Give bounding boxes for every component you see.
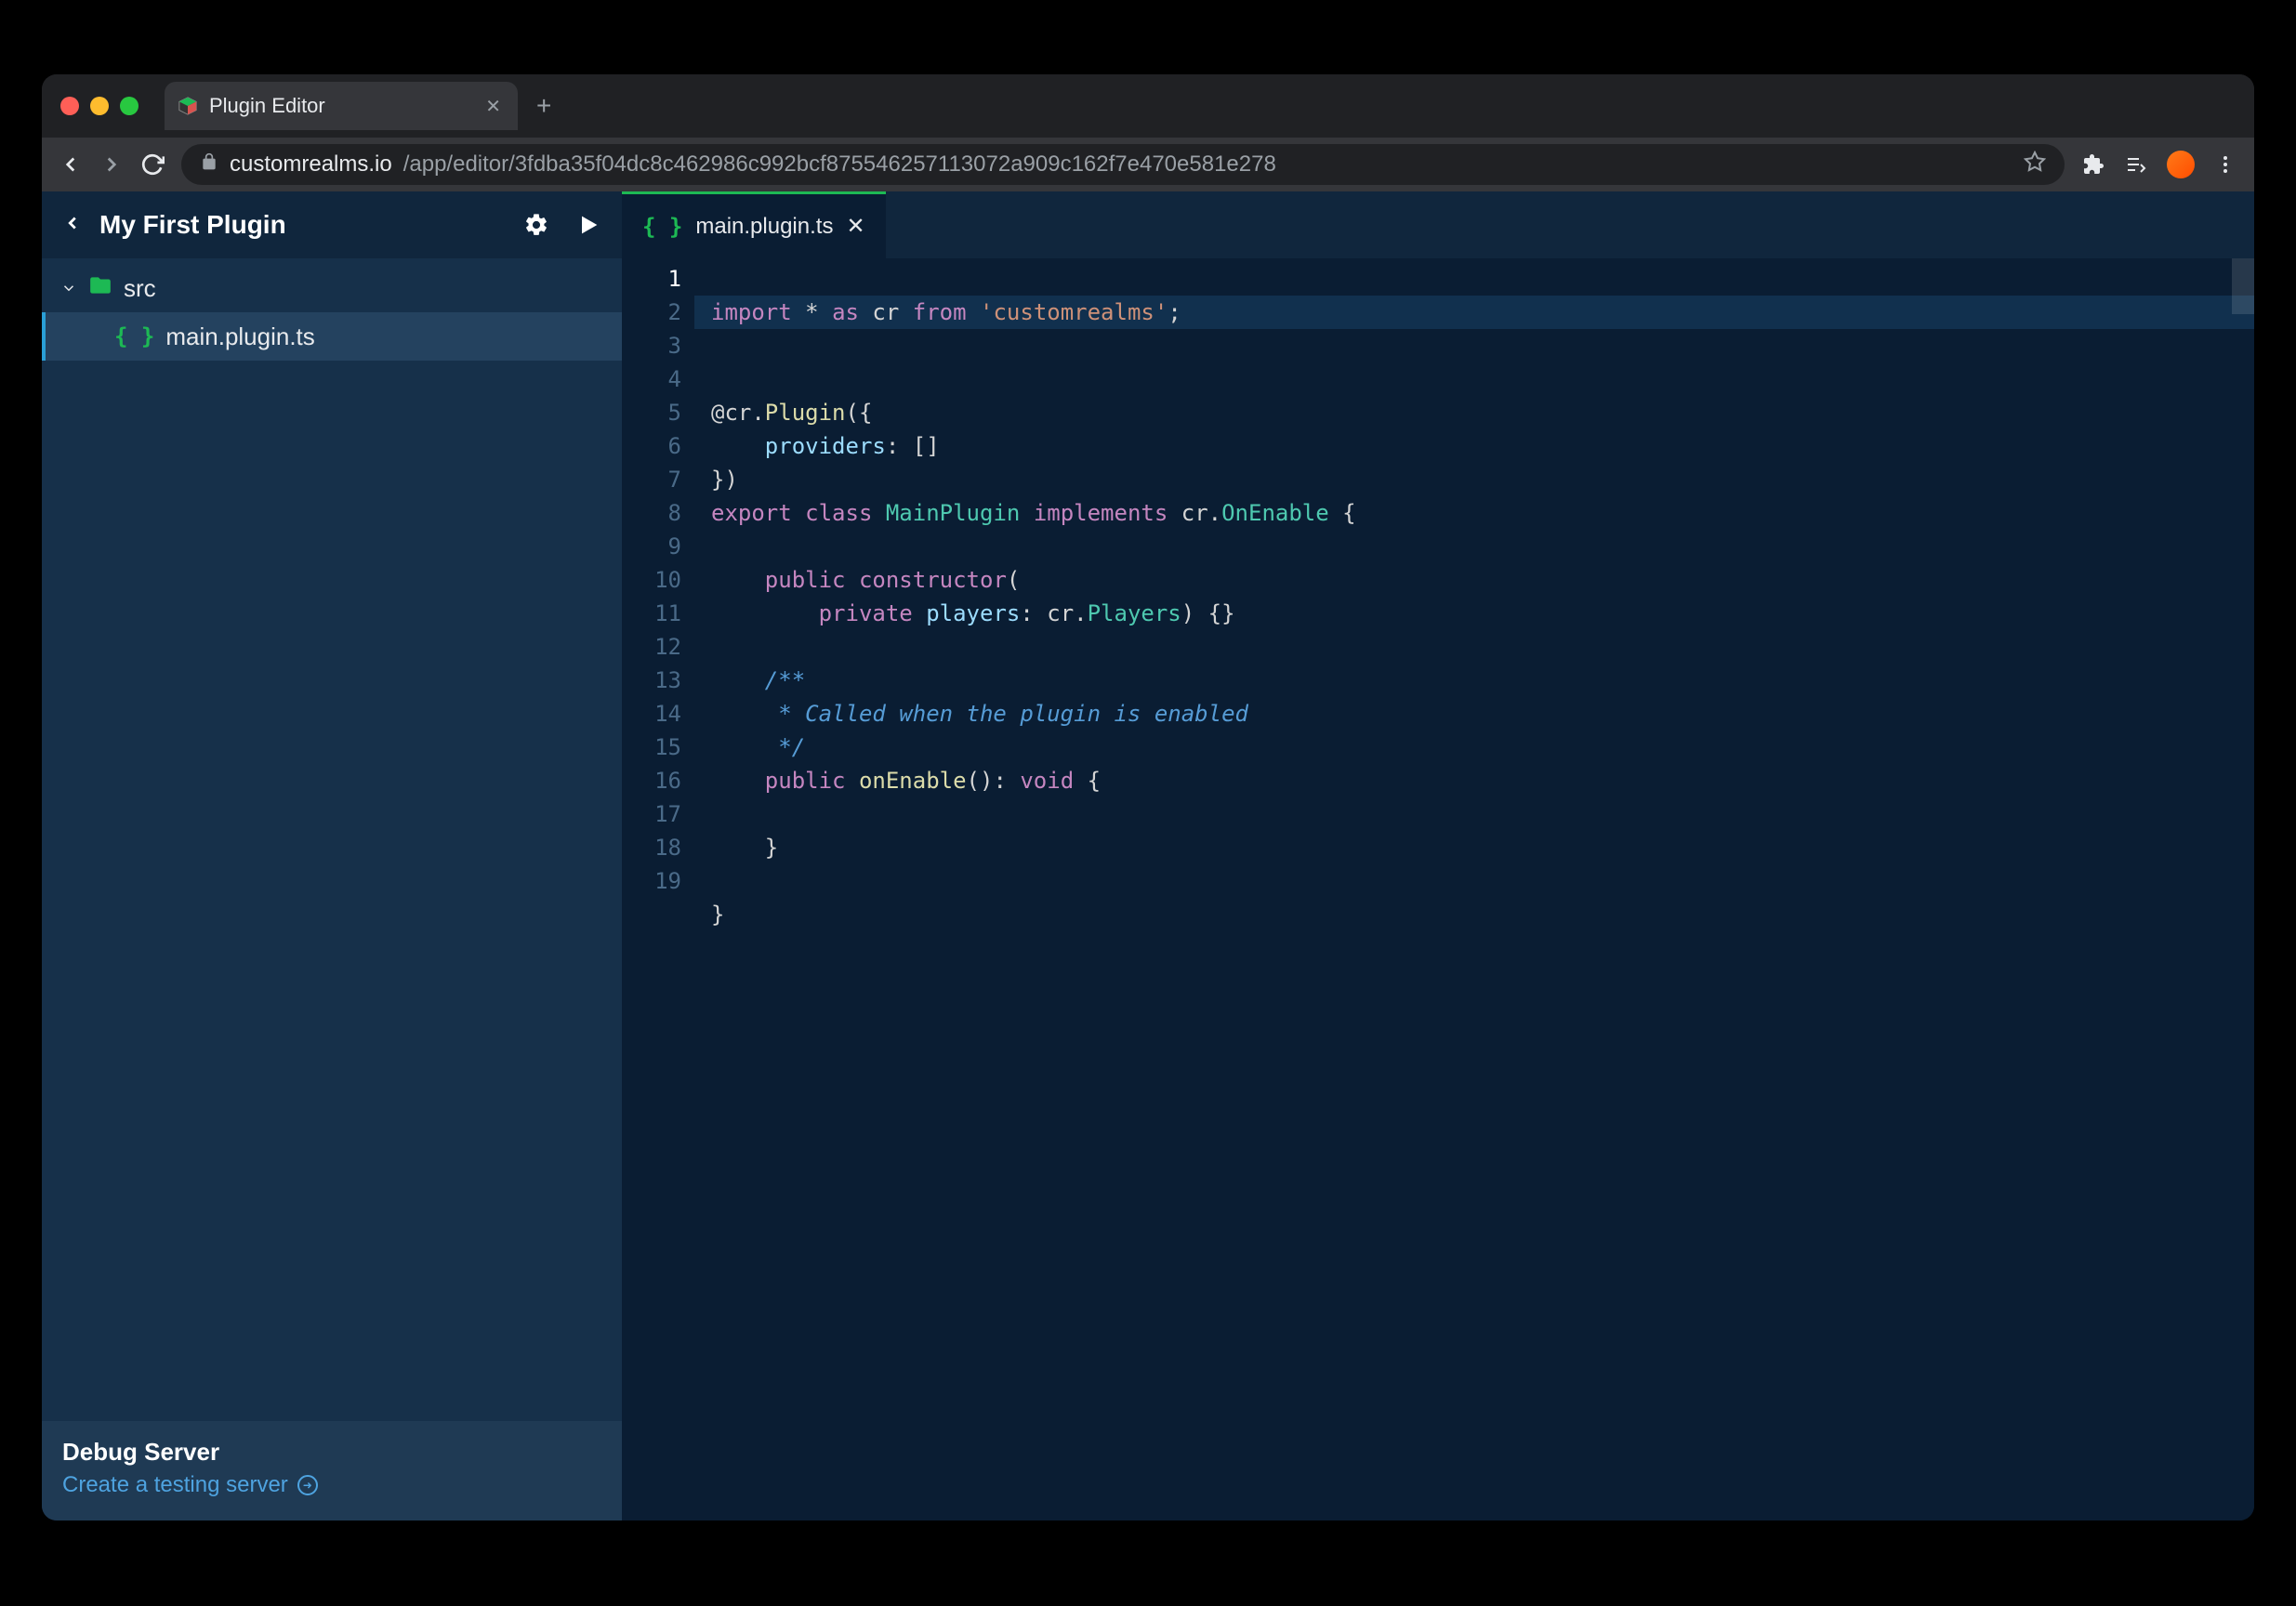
gear-icon[interactable] [523, 212, 549, 238]
file-tree: src { } main.plugin.ts [42, 258, 622, 366]
maximize-window-button[interactable] [120, 97, 139, 115]
footer-link-label: Create a testing server [62, 1472, 288, 1498]
browser-toolbar: customrealms.io/app/editor/3fdba35f04dc8… [42, 138, 2254, 191]
typescript-file-icon: { } [114, 323, 154, 349]
code-area[interactable]: 1 2 3 4 5 6 7 8 9 10 11 12 13 14 15 16 1 [622, 258, 2254, 1520]
forward-button[interactable] [99, 152, 124, 177]
minimize-window-button[interactable] [90, 97, 109, 115]
folder-open-icon [88, 273, 112, 304]
sidebar-footer: Debug Server Create a testing server ➜ [42, 1421, 622, 1520]
chrome-menu-icon[interactable] [2213, 152, 2237, 177]
reload-button[interactable] [140, 152, 165, 177]
code-content[interactable]: import * as cr from 'customrealms'; @cr.… [694, 258, 2254, 1520]
tab-title: Plugin Editor [209, 94, 325, 118]
url-bar[interactable]: customrealms.io/app/editor/3fdba35f04dc8… [181, 144, 2065, 185]
extensions-icon[interactable] [2081, 152, 2105, 177]
editor-tabs: { } main.plugin.ts ✕ [622, 191, 2254, 258]
sidebar: My First Plugin src { } m [42, 191, 622, 1520]
project-title: My First Plugin [99, 210, 507, 240]
browser-window: Plugin Editor ✕ + customrealms.io/app/ed… [42, 74, 2254, 1520]
editor: { } main.plugin.ts ✕ 1 2 3 4 5 6 7 8 9 1… [622, 191, 2254, 1520]
folder-label: src [124, 274, 156, 303]
editor-tab-label: main.plugin.ts [695, 214, 833, 240]
bookmark-star-icon[interactable] [2024, 151, 2046, 179]
file-main-plugin[interactable]: { } main.plugin.ts [42, 312, 622, 361]
sidebar-header: My First Plugin [42, 191, 622, 258]
traffic-lights [60, 97, 139, 115]
back-button[interactable] [59, 152, 83, 177]
profile-extension-icon[interactable] [2167, 151, 2195, 178]
url-domain: customrealms.io [230, 151, 392, 178]
close-editor-tab-icon[interactable]: ✕ [846, 213, 864, 240]
browser-tab[interactable]: Plugin Editor ✕ [165, 82, 518, 130]
editor-tab-main[interactable]: { } main.plugin.ts ✕ [622, 191, 886, 258]
toolbar-right-icons [2081, 151, 2237, 178]
favicon-cube-icon [178, 96, 198, 116]
gutter: 1 2 3 4 5 6 7 8 9 10 11 12 13 14 15 16 1 [622, 258, 694, 1520]
chevron-down-icon [60, 280, 77, 296]
lock-icon [200, 151, 218, 178]
debug-server-title: Debug Server [62, 1438, 601, 1467]
close-window-button[interactable] [60, 97, 79, 115]
back-chevron-icon[interactable] [62, 213, 83, 238]
typescript-file-icon: { } [642, 214, 682, 240]
close-tab-icon[interactable]: ✕ [485, 95, 501, 118]
arrow-circle-icon: ➜ [297, 1475, 318, 1495]
minimap-scrollbar[interactable] [2232, 258, 2254, 314]
new-tab-button[interactable]: + [536, 91, 551, 121]
app-container: My First Plugin src { } m [42, 191, 2254, 1520]
titlebar: Plugin Editor ✕ + [42, 74, 2254, 138]
create-testing-server-link[interactable]: Create a testing server ➜ [62, 1472, 601, 1498]
reading-list-icon[interactable] [2124, 152, 2148, 177]
file-label: main.plugin.ts [165, 323, 314, 351]
folder-src[interactable]: src [42, 264, 622, 312]
url-path: /app/editor/3fdba35f04dc8c462986c992bcf8… [403, 151, 1276, 178]
play-icon[interactable] [575, 212, 601, 238]
